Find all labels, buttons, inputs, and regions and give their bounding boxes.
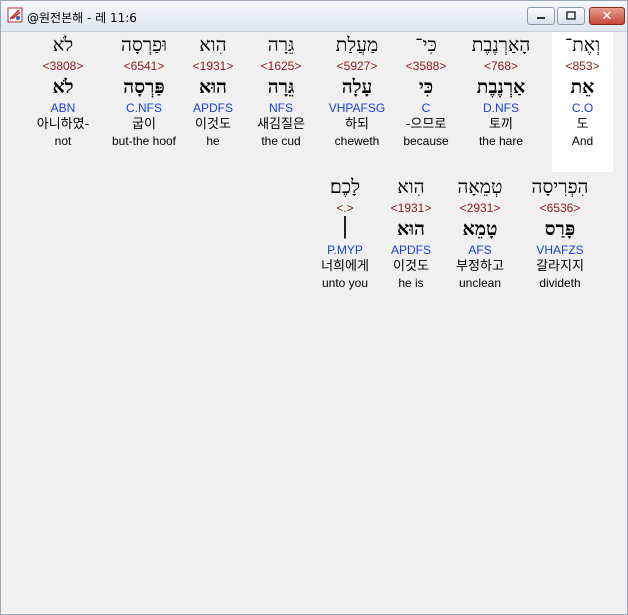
hebrew-lemma: עָלָה [341, 76, 373, 98]
hebrew-word: גֵּרָה [267, 34, 295, 56]
parsing-code: C.O [571, 101, 594, 115]
strong-number[interactable]: <768> [454, 58, 548, 74]
strong-number[interactable]: <1625> [247, 58, 315, 74]
korean-gloss: 토끼 [489, 117, 513, 132]
english-gloss: because [403, 134, 449, 148]
app-window: @원전본해 - 레 11:6 ✕ וְאֶת־ <853> אֵת C.O 도 … [0, 0, 628, 615]
hebrew-word: הִוא [199, 34, 227, 56]
korean-gloss: 부정하고 [456, 259, 504, 274]
word-cell[interactable]: טְמֵאָה <2931> טָמֵא AFS 부정하고 unclean [445, 174, 515, 314]
hebrew-word: וְאֶת־ [564, 34, 601, 56]
hebrew-word: הָאַרְנֶבֶת [471, 34, 531, 56]
word-cell[interactable]: וּפַרְסָה <6541> פַּרְסָה C.NFS 굽이 but-t… [103, 32, 185, 172]
hebrew-lemma: ׀ [339, 218, 351, 240]
word-cell[interactable]: הִוא <1931> הוּא APDFS 이것도 he is [381, 174, 441, 314]
hebrew-word: לָכֶם׃ [329, 176, 361, 198]
parsing-code: VHAFZS [536, 243, 584, 257]
hebrew-word: טְמֵאָה [457, 176, 503, 198]
hebrew-lemma: טָמֵא [462, 218, 498, 240]
korean-gloss: -으므로 [405, 117, 447, 132]
strong-number[interactable]: <6536> [515, 200, 605, 216]
english-gloss: but-the hoof [111, 134, 177, 148]
parsing-code: NFS [269, 101, 293, 115]
hebrew-lemma: גֵּרָה [267, 76, 295, 98]
strong-number[interactable]: <3588> [395, 58, 457, 74]
title-bar[interactable]: @원전본해 - 레 11:6 ✕ [1, 1, 627, 32]
window-title: @원전본해 - 레 11:6 [27, 11, 137, 25]
strong-number[interactable]: <1931> [381, 200, 441, 216]
word-cell[interactable]: וְאֶת־ <853> אֵת C.O 도 And [552, 32, 613, 172]
word-cell[interactable]: גֵּרָה <1625> גֵּרָה NFS 새김질은 the cud [247, 32, 315, 172]
strong-number[interactable]: <6541> [103, 58, 185, 74]
minimize-button[interactable] [527, 7, 555, 25]
word-cell[interactable]: לֹא <3808> לֹא ABN 아니하였- not [25, 32, 101, 172]
korean-gloss: 하되 [345, 117, 369, 132]
parsing-code: C.NFS [126, 101, 162, 115]
english-gloss: the cud [261, 134, 301, 148]
maximize-icon [566, 11, 576, 20]
hebrew-lemma: אֵת [570, 76, 595, 98]
maximize-button[interactable] [557, 7, 585, 25]
parsing-code: APDFS [390, 243, 431, 257]
korean-gloss: 굽이 [132, 117, 156, 132]
parsing-code: D.NFS [483, 101, 519, 115]
hebrew-lemma: הוּא [397, 218, 425, 240]
minimize-icon [537, 17, 545, 19]
korean-gloss: 갈라지지 [536, 259, 584, 274]
english-gloss: he [206, 134, 220, 148]
close-icon: ✕ [601, 8, 613, 24]
english-gloss: cheweth [334, 134, 380, 148]
strong-number[interactable]: <2931> [445, 200, 515, 216]
hebrew-lemma: אַרְנֶבֶת [476, 76, 526, 98]
english-gloss: he is [398, 276, 424, 290]
hebrew-lemma: פַּרְסָה [123, 76, 165, 98]
parsing-code: ABN [50, 101, 76, 115]
hebrew-word: כִּי־ [415, 34, 437, 56]
english-gloss: unto you [321, 276, 369, 290]
parsing-code: P.MYP [327, 243, 363, 257]
hebrew-lemma: הוּא [199, 76, 227, 98]
english-gloss: unclean [458, 276, 502, 290]
parsing-code: AFS [468, 243, 492, 257]
english-gloss: not [54, 134, 72, 148]
strong-number[interactable]: <.> [309, 200, 381, 216]
parsing-code: APDFS [192, 101, 233, 115]
korean-gloss: 이것도 [393, 259, 429, 274]
hebrew-lemma: כִּי [418, 76, 434, 98]
korean-gloss: 너희에게 [321, 259, 369, 274]
word-cell[interactable]: לָכֶם׃ <.> ׀ P.MYP 너희에게 unto you [309, 174, 381, 314]
strong-number[interactable]: <853> [552, 58, 613, 74]
parsing-code: C [421, 101, 431, 115]
word-cell[interactable]: כִּי־ <3588> כִּי C -으므로 because [395, 32, 457, 172]
hebrew-word: מַעֲלַת [335, 34, 379, 56]
hebrew-word: הִפְרִיסָה [531, 176, 589, 198]
bible-app-icon [7, 7, 23, 23]
hebrew-word: הִוא [397, 176, 425, 198]
interlinear-view: וְאֶת־ <853> אֵת C.O 도 And הָאַרְנֶבֶת <… [7, 32, 621, 608]
strong-number[interactable]: <5927> [318, 58, 396, 74]
korean-gloss: 새김질은 [257, 117, 305, 132]
word-cell[interactable]: מַעֲלַת <5927> עָלָה VHPAFSG 하되 cheweth [318, 32, 396, 172]
korean-gloss: 아니하였- [36, 117, 90, 132]
word-cell[interactable]: הִפְרִיסָה <6536> פָּרַס VHAFZS 갈라지지 div… [515, 174, 605, 314]
close-button[interactable]: ✕ [589, 7, 625, 25]
hebrew-lemma: פָּרַס [544, 218, 576, 240]
english-gloss: divideth [539, 276, 581, 290]
hebrew-word: לֹא [52, 34, 74, 56]
word-cell[interactable]: הָאַרְנֶבֶת <768> אַרְנֶבֶת D.NFS 토끼 the… [454, 32, 548, 172]
hebrew-lemma: לֹא [52, 76, 74, 98]
strong-number[interactable]: <3808> [25, 58, 101, 74]
word-cell[interactable]: הִוא <1931> הוּא APDFS 이것도 he [183, 32, 243, 172]
english-gloss: And [571, 134, 594, 148]
strong-number[interactable]: <1931> [183, 58, 243, 74]
english-gloss: the hare [478, 134, 524, 148]
korean-gloss: 도 [576, 117, 589, 132]
parsing-code: VHPAFSG [328, 101, 386, 115]
korean-gloss: 이것도 [195, 117, 231, 132]
hebrew-word: וּפַרְסָה [121, 34, 167, 56]
